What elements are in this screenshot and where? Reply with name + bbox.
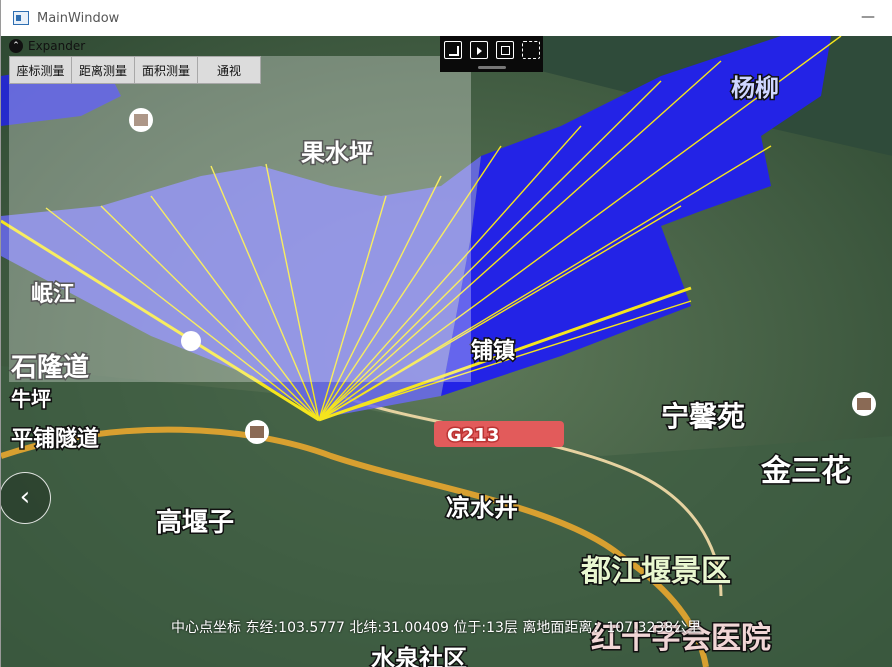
pointer-icon[interactable] <box>469 41 488 59</box>
label-gaoyanzi: 高堰子 <box>156 507 234 538</box>
label-tunnel-2: 平铺隧道 <box>11 426 99 452</box>
window-title: MainWindow <box>37 10 120 26</box>
minimize-button[interactable]: — <box>857 8 879 28</box>
label-village: 水泉社区 <box>371 645 467 667</box>
label-liangshuijing: 凉水井 <box>446 494 518 522</box>
export-icon[interactable] <box>443 41 462 59</box>
line-of-sight-button[interactable]: 通视 <box>198 56 261 84</box>
expander-panel <box>9 56 471 382</box>
label-ping: 牛坪 <box>11 387 51 411</box>
back-arrow-button[interactable]: ‹ <box>1 472 51 524</box>
label-zhen: 铺镇 <box>471 338 515 364</box>
selection-icon[interactable] <box>521 41 540 59</box>
label-dujiangyan: 都江堰景区 <box>580 554 731 589</box>
title-bar: MainWindow — <box>1 0 892 36</box>
area-measure-button[interactable]: 面积测量 <box>135 56 198 84</box>
label-jinsan: 金三花 <box>760 454 851 489</box>
distance-measure-button[interactable]: 距离测量 <box>72 56 135 84</box>
expander-label: Expander <box>28 39 86 53</box>
map-tool-strip <box>440 36 543 72</box>
chevron-up-icon[interactable]: ⌃ <box>9 39 23 53</box>
label-ningxinyuan: 宁馨苑 <box>661 400 745 433</box>
app-icon <box>13 11 29 25</box>
measure-toolbar: 座标测量 距离测量 面积测量 通视 <box>9 56 261 84</box>
tool-strip-handle[interactable] <box>478 66 506 69</box>
coordinate-measure-button[interactable]: 座标测量 <box>9 56 72 84</box>
main-window: MainWindow — G213 果水坪 宁馨苑 金三花 凉水井 高堰子 都江… <box>0 0 892 667</box>
label-g213: G213 <box>447 425 499 446</box>
label-yangliu: 杨柳 <box>731 74 779 102</box>
expander[interactable]: ⌃ Expander <box>9 38 85 54</box>
fit-view-icon[interactable] <box>495 41 514 59</box>
status-coordinates: 中心点坐标 东经:103.5777 北纬:31.00409 位于:13层 离地面… <box>171 620 702 636</box>
